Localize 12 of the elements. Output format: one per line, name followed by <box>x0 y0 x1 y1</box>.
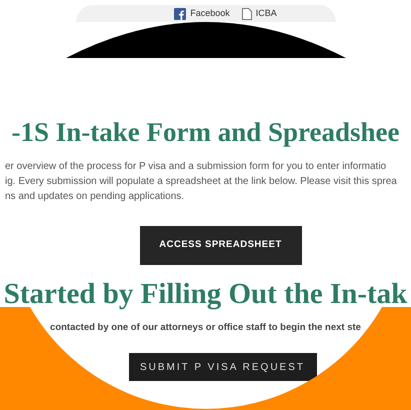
bookmark-link[interactable]: ICBA <box>242 6 277 20</box>
description-line: contacted by one of our attorneys or office staff to begin the next ste <box>49 321 362 335</box>
submit-request-button[interactable]: SUBMIT P VISA REQUEST <box>128 353 316 382</box>
access-spreadsheet-button[interactable]: ACCESS SPREADSHEET <box>140 226 302 265</box>
bookmark-link[interactable]: Facebook <box>174 6 230 20</box>
section-heading: -1S In-take Form and Spreadshee <box>10 116 401 149</box>
description-line: ns and updates on pending applications. <box>5 190 186 204</box>
section-heading: Started by Filling Out the In-tak <box>2 277 408 311</box>
facebook-icon <box>174 8 186 20</box>
document-icon <box>242 8 252 20</box>
description-line: ig. Every submission will populate a spreadsheet at the link below. Please visit this sprea <box>5 175 398 189</box>
description-line: er overview of the process for P visa and a submission form for you to enter informatio <box>5 160 388 174</box>
